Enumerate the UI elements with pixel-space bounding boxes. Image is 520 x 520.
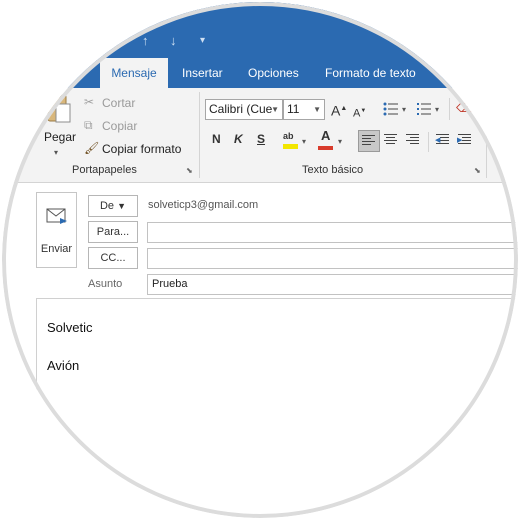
chevron-down-icon[interactable]: ▾: [435, 103, 439, 117]
circular-frame: ↑ ↓ ▾ Mensaje Insertar Opciones Formato …: [2, 2, 518, 518]
body-line: Avión: [47, 358, 80, 373]
tab-insertar[interactable]: Insertar: [182, 66, 223, 80]
group-divider: [486, 92, 487, 178]
subject-field[interactable]: Prueba: [147, 274, 518, 295]
increase-indent-icon[interactable]: ▶: [454, 130, 476, 152]
send-label: Enviar: [40, 243, 73, 255]
font-size-combo[interactable]: 11 ▼: [283, 99, 325, 120]
highlight-label: ab: [283, 131, 294, 141]
align-right-icon[interactable]: [402, 130, 424, 152]
paste-dropdown-icon[interactable]: ▾: [54, 146, 58, 160]
decrease-indent-icon[interactable]: ◀: [432, 130, 454, 152]
to-button[interactable]: Para...: [88, 221, 138, 243]
chevron-down-icon: ▼: [271, 105, 279, 114]
customize-toolbar-icon[interactable]: ▾: [200, 35, 205, 46]
from-label: De: [99, 200, 115, 212]
bold-button[interactable]: N: [212, 132, 221, 146]
paste-icon[interactable]: [44, 92, 72, 126]
format-painter-icon: 🖌: [84, 141, 100, 155]
font-size-value: 11: [287, 102, 300, 116]
clipboard-dialog-launcher-icon[interactable]: ⬊: [186, 166, 193, 175]
font-color-swatch: [318, 146, 333, 150]
cc-button[interactable]: CC...: [88, 247, 138, 269]
chevron-down-icon[interactable]: ▾: [338, 135, 342, 149]
from-button[interactable]: De ▼: [88, 195, 138, 217]
cc-field[interactable]: [147, 248, 518, 269]
divider: [428, 132, 429, 152]
chevron-down-icon[interactable]: ▾: [302, 135, 306, 149]
font-name-combo[interactable]: Calibri (Cue ▼: [205, 99, 283, 120]
align-left-icon[interactable]: [358, 130, 380, 152]
to-field[interactable]: [147, 222, 518, 243]
basic-text-dialog-launcher-icon[interactable]: ⬊: [474, 166, 481, 175]
highlight-color-swatch: [283, 144, 298, 149]
chevron-down-icon[interactable]: ▾: [402, 103, 406, 117]
message-body[interactable]: [36, 298, 518, 518]
scissors-icon: ✂: [84, 95, 95, 109]
tab-mensaje[interactable]: Mensaje: [100, 58, 168, 88]
numbering-icon[interactable]: [416, 102, 432, 116]
chevron-down-icon: ▼: [313, 105, 321, 114]
bullets-icon[interactable]: [383, 102, 399, 116]
cut-button[interactable]: Cortar: [102, 96, 135, 110]
font-name-value: Calibri (Cue: [209, 102, 273, 116]
italic-button[interactable]: K: [234, 132, 243, 146]
font-color-label: A: [321, 128, 331, 143]
tab-formato-de-texto[interactable]: Formato de texto: [325, 66, 416, 80]
redo-arrow-icon[interactable]: ↓: [170, 33, 177, 48]
basic-text-group-label: Texto básico: [302, 164, 364, 176]
shrink-font-icon[interactable]: A▼: [353, 104, 366, 121]
body-line: Solvetic: [47, 320, 93, 335]
ribbon: Pegar ▾ ✂ Cortar ⧉ Copiar 🖌 Copiar forma…: [2, 88, 518, 183]
copy-button[interactable]: Copiar: [102, 119, 137, 133]
title-bar: ↑ ↓ ▾ Mensaje Insertar Opciones Formato …: [2, 2, 518, 88]
chevron-down-icon: ▼: [117, 201, 127, 211]
copy-icon: ⧉: [84, 118, 93, 132]
group-divider: [199, 92, 200, 178]
send-icon: [46, 208, 67, 224]
undo-arrow-icon[interactable]: ↑: [142, 33, 149, 48]
subject-label: Asunto: [88, 278, 123, 290]
grow-font-icon[interactable]: A▲: [331, 102, 347, 118]
align-center-icon[interactable]: [380, 130, 402, 152]
tab-opciones[interactable]: Opciones: [248, 66, 299, 80]
from-address: solveticp3@gmail.com: [148, 199, 259, 211]
underline-button[interactable]: S: [257, 132, 265, 146]
send-button[interactable]: Enviar: [36, 192, 77, 268]
format-painter-button[interactable]: Copiar formato: [102, 142, 181, 156]
clipboard-group-label: Portapapeles: [72, 164, 137, 176]
clear-formatting-icon[interactable]: ⌫: [456, 101, 473, 115]
paste-button[interactable]: Pegar: [44, 130, 76, 144]
divider: [449, 98, 450, 120]
